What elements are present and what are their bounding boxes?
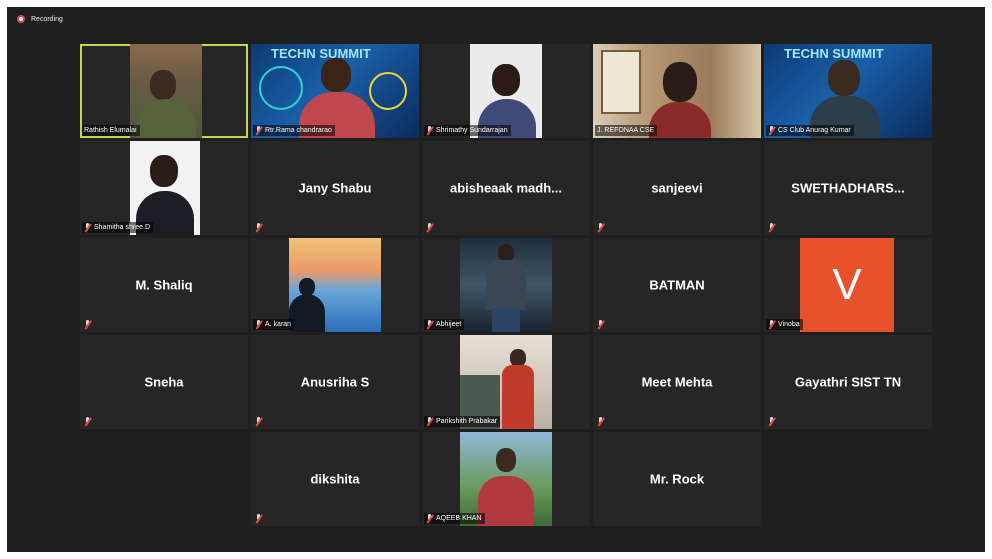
participant-name: sanjeevi: [651, 180, 703, 196]
muted-mic-icon: [84, 223, 91, 232]
muted-mic-icon: [84, 417, 91, 426]
participant-caption: CS Club Anurag Kumar: [766, 125, 854, 136]
muted-mic-icon: [768, 417, 775, 426]
participant-tile[interactable]: V Vinoba: [764, 238, 932, 332]
participant-tile[interactable]: Sneha: [80, 335, 248, 429]
participant-name: M. Shaliq: [135, 277, 193, 293]
video-tile[interactable]: J. REFONAA CSE: [593, 44, 761, 138]
participant-tile[interactable]: Meet Mehta: [593, 335, 761, 429]
participant-caption: [253, 513, 265, 524]
participant-name: Mr. Rock: [649, 471, 705, 487]
participant-name: BATMAN: [649, 277, 705, 293]
participant-tile[interactable]: Gayathri SIST TN: [764, 335, 932, 429]
muted-mic-icon: [426, 126, 433, 135]
muted-mic-icon: [255, 126, 262, 135]
participant-tile[interactable]: BATMAN: [593, 238, 761, 332]
participant-video: [130, 44, 202, 138]
participant-name: abisheaak madh...: [450, 180, 562, 196]
participant-tile[interactable]: Jany Shabu: [251, 141, 419, 235]
participant-video: TECHN SUMMIT: [251, 44, 419, 138]
participant-tile[interactable]: abisheaak madh...: [422, 141, 590, 235]
video-tile[interactable]: Abhijeet: [422, 238, 590, 332]
participant-name: Anusriha S: [300, 374, 370, 390]
participant-video: [470, 44, 542, 138]
muted-mic-icon: [426, 417, 433, 426]
participant-name: Jany Shabu: [298, 180, 372, 196]
participant-tile[interactable]: Anusriha S: [251, 335, 419, 429]
muted-mic-icon: [426, 320, 433, 329]
participant-video: [289, 238, 381, 332]
recording-indicator: Recording: [17, 15, 63, 23]
participant-caption: Shamitha shree.D: [82, 222, 154, 233]
participant-caption: J. REFONAA CSE: [595, 125, 658, 136]
muted-mic-icon: [768, 223, 775, 232]
participant-caption: Rathish Elumalai: [82, 125, 140, 136]
video-tile[interactable]: TECHN SUMMIT CS Club Anurag Kumar: [764, 44, 932, 138]
participant-video: [130, 141, 200, 235]
muted-mic-icon: [426, 514, 433, 523]
participant-caption: [82, 416, 94, 427]
muted-mic-icon: [255, 320, 262, 329]
video-tile[interactable]: A. karan: [251, 238, 419, 332]
participant-video: [460, 238, 552, 332]
participant-caption: [766, 416, 778, 427]
video-tile[interactable]: Shrimathy Sundarrajan: [422, 44, 590, 138]
participant-tile[interactable]: dikshita: [251, 432, 419, 526]
muted-mic-icon: [255, 223, 262, 232]
muted-mic-icon: [597, 417, 604, 426]
muted-mic-icon: [597, 320, 604, 329]
muted-mic-icon: [255, 514, 262, 523]
video-tile[interactable]: TECHN SUMMIT Rtr.Rama chandrarao: [251, 44, 419, 138]
participant-caption: [766, 222, 778, 233]
participant-video: [593, 44, 761, 138]
video-tile[interactable]: AQEEB KHAN: [422, 432, 590, 526]
muted-mic-icon: [255, 417, 262, 426]
participant-caption: Vinoba: [766, 319, 803, 330]
participant-caption: A. karan: [253, 319, 295, 330]
participant-name: dikshita: [310, 471, 360, 487]
avatar: V: [800, 238, 894, 332]
video-tile[interactable]: Shamitha shree.D: [80, 141, 248, 235]
participant-tile[interactable]: Mr. Rock: [593, 432, 761, 526]
techno-summit-banner: TECHN SUMMIT: [271, 46, 371, 61]
participant-caption: [82, 319, 94, 330]
muted-mic-icon: [84, 320, 91, 329]
muted-mic-icon: [768, 126, 775, 135]
participant-tile[interactable]: sanjeevi: [593, 141, 761, 235]
participant-name: Meet Mehta: [641, 374, 713, 390]
participant-tile[interactable]: M. Shaliq: [80, 238, 248, 332]
participant-video: [460, 432, 552, 526]
participant-video: TECHN SUMMIT: [764, 44, 932, 138]
participant-caption: [424, 222, 436, 233]
participant-caption: Abhijeet: [424, 319, 465, 330]
participant-caption: Parikshith Prabakar: [424, 416, 501, 427]
participant-video: [460, 335, 552, 429]
participant-caption: [595, 319, 607, 330]
participant-caption: Shrimathy Sundarrajan: [424, 125, 511, 136]
muted-mic-icon: [768, 320, 775, 329]
meeting-window: Recording Rathish Elumalai TECHN SUMMIT …: [7, 7, 985, 552]
video-tile[interactable]: Parikshith Prabakar: [422, 335, 590, 429]
muted-mic-icon: [426, 223, 433, 232]
muted-mic-icon: [597, 223, 604, 232]
participant-caption: Rtr.Rama chandrarao: [253, 125, 335, 136]
participant-tile[interactable]: SWETHADHARS...: [764, 141, 932, 235]
participant-caption: AQEEB KHAN: [424, 513, 485, 524]
recording-dot-icon: [17, 15, 25, 23]
participant-caption: [253, 416, 265, 427]
participant-name: Gayathri SIST TN: [794, 374, 902, 390]
recording-label: Recording: [31, 15, 63, 23]
participant-caption: [595, 222, 607, 233]
participant-name: SWETHADHARS...: [791, 180, 905, 196]
participant-name: Sneha: [144, 374, 184, 390]
participant-caption: [595, 416, 607, 427]
techno-summit-banner: TECHN SUMMIT: [784, 46, 884, 61]
video-tile[interactable]: Rathish Elumalai: [80, 44, 248, 138]
participant-caption: [253, 222, 265, 233]
